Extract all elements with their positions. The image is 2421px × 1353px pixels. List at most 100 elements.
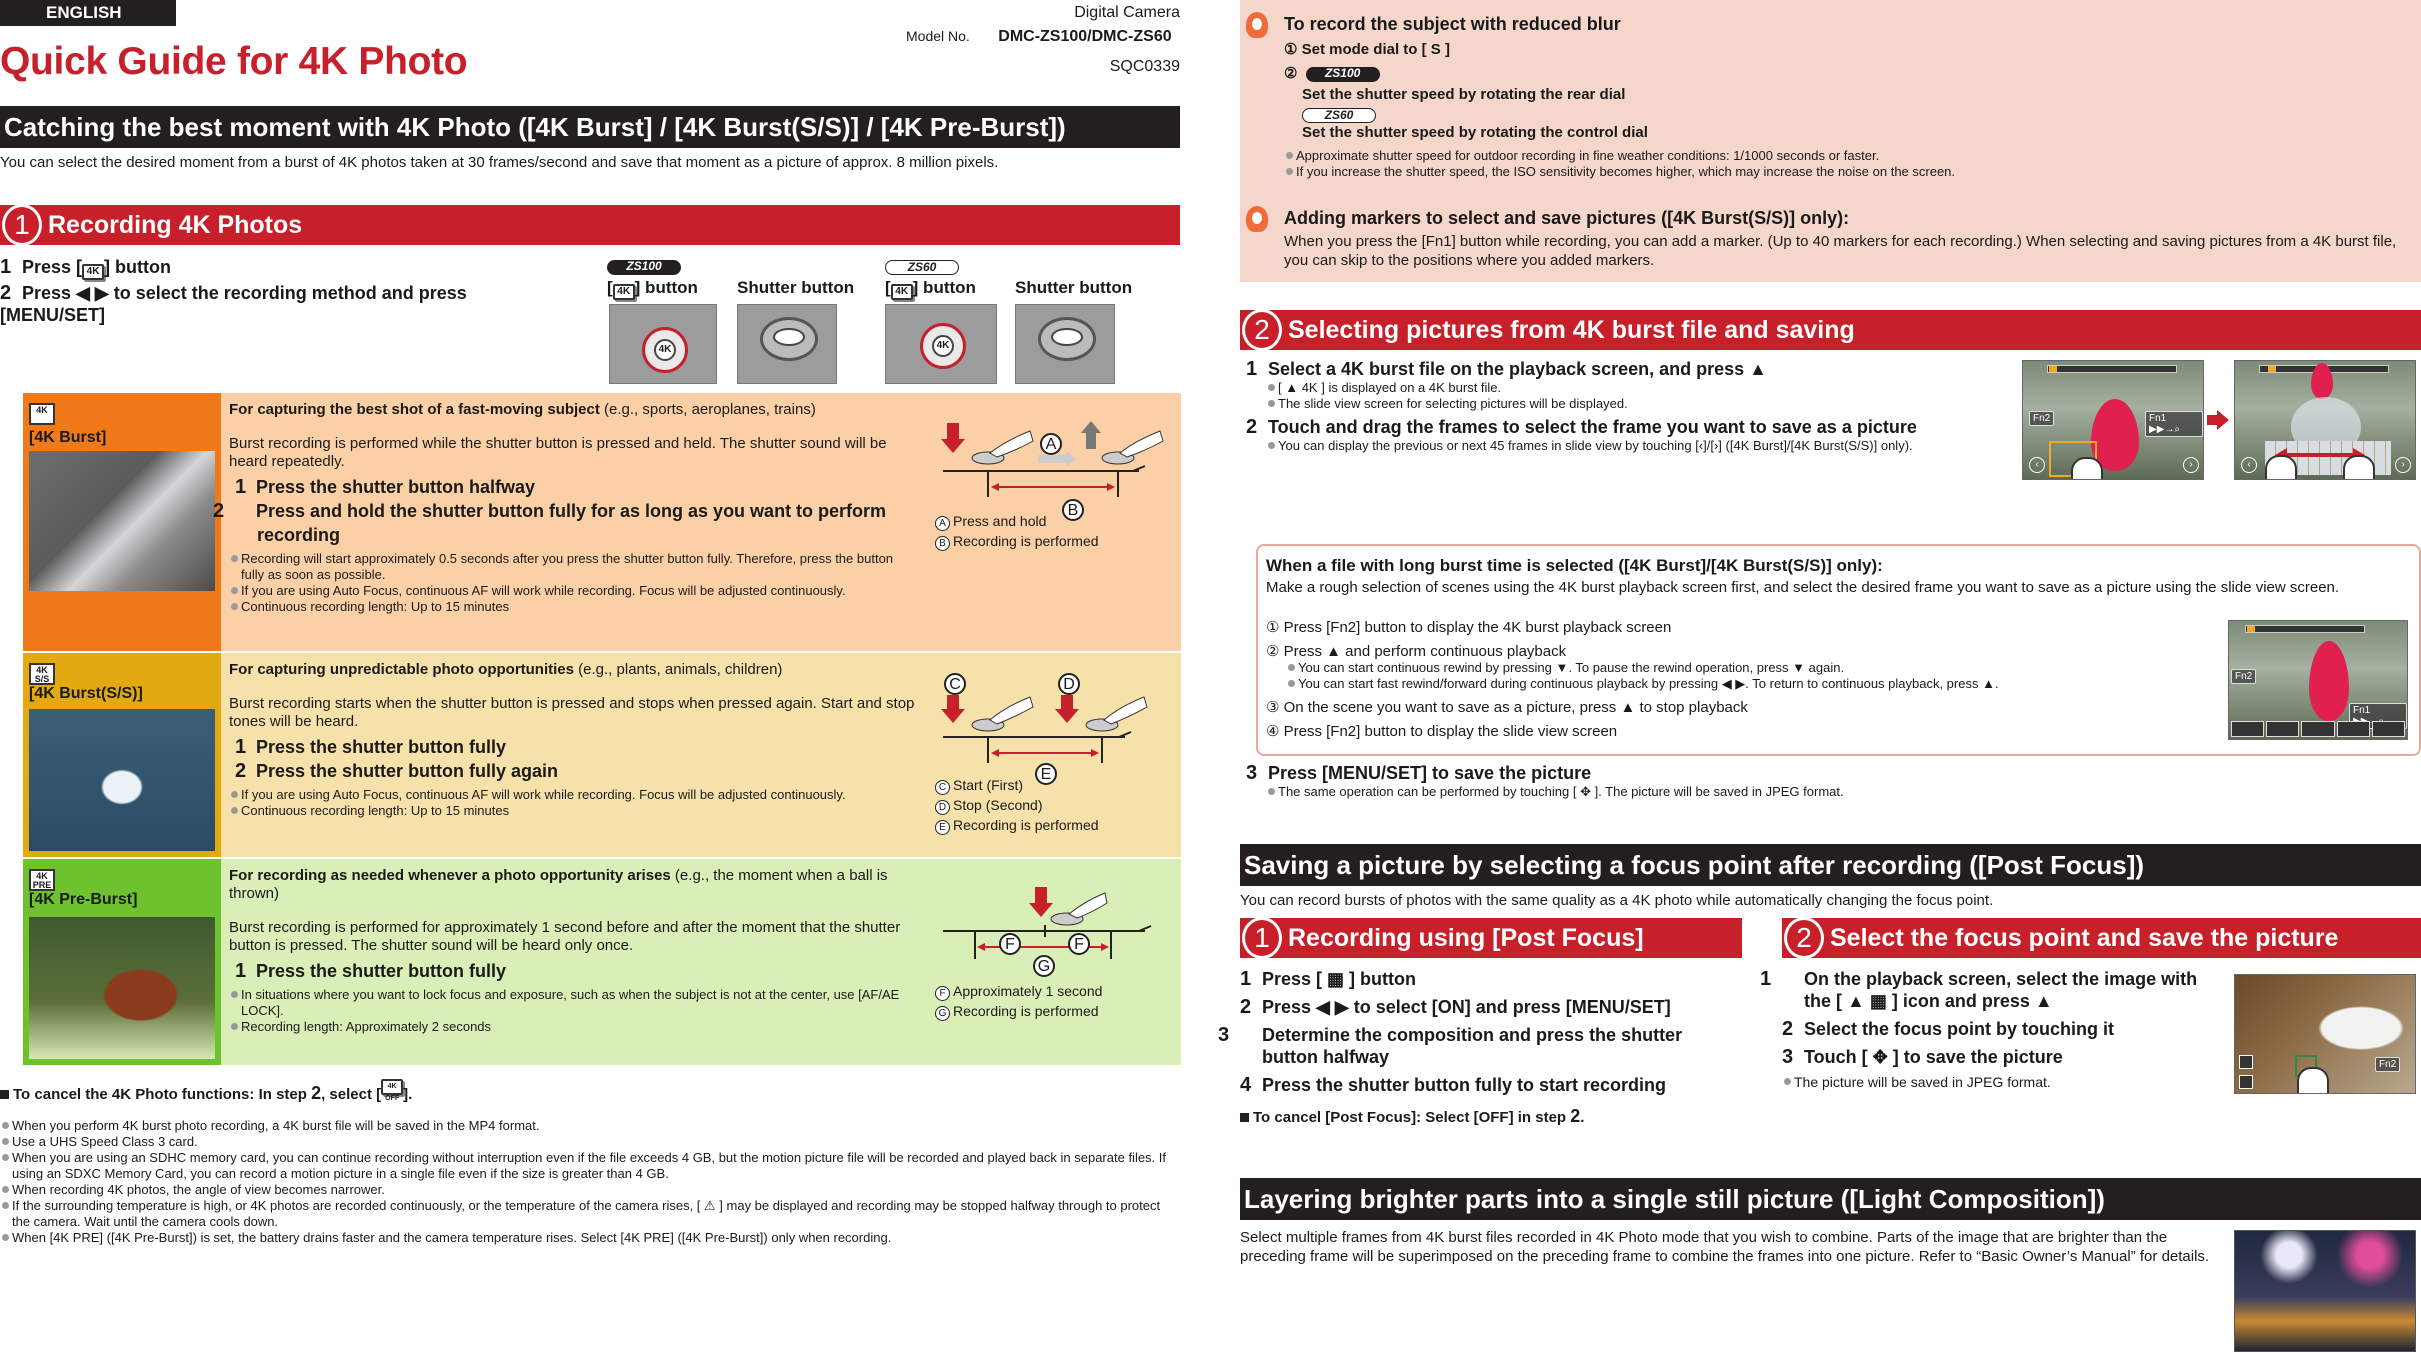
note-item: The picture will be saved in JPEG format…: [1782, 1074, 2222, 1090]
step1-notes: [ ▲ 4K ] is displayed on a 4K burst file…: [1266, 380, 2006, 412]
part-heading-recording-post-focus: 1 Recording using [Post Focus]: [1240, 917, 1742, 959]
callout-body: Make a rough selection of scenes using t…: [1266, 579, 2340, 596]
playback-screen-after: ‹ ›: [2234, 360, 2416, 480]
tip-title-markers: Adding markers to select and save pictur…: [1284, 208, 1850, 228]
step3-notes: The same operation can be performed by t…: [1266, 784, 2166, 800]
race-car-photo: [29, 451, 215, 591]
fireworks-photo: [2234, 1230, 2416, 1352]
note-item: The slide view screen for selecting pict…: [1266, 396, 2006, 412]
touch-hand-icon: [2297, 1067, 2329, 1093]
4k-button-label: [4K] button: [885, 278, 976, 300]
rewind-button[interactable]: [2231, 721, 2265, 737]
page-title: Quick Guide for 4K Photo: [0, 40, 468, 83]
shutter-button-label: Shutter button: [1015, 278, 1133, 297]
prev-frames-button[interactable]: ‹: [2241, 457, 2257, 473]
4k-button-label: [4K] button: [607, 278, 698, 300]
model-badge-zs60: ZS60: [1302, 108, 1376, 123]
prev-frames-button[interactable]: ‹: [2029, 457, 2045, 473]
mode-description: Burst recording is performed while the s…: [229, 435, 887, 470]
section-body-light-composition: Select multiple frames from 4K burst fil…: [1240, 1229, 2210, 1265]
section-heading-4k-photo: Catching the best moment with 4K Photo (…: [0, 106, 1180, 148]
note-item: When [4K PRE] ([4K Pre-Burst]) is set, t…: [0, 1230, 1175, 1246]
tip-body-markers: When you press the [Fn1] button while re…: [1284, 233, 2397, 269]
cancel-4k-instruction: To cancel the 4K Photo functions: In ste…: [0, 1079, 412, 1104]
fn2-label: Fn2: [2029, 411, 2055, 426]
fn2-label: Fn2: [2231, 669, 2257, 684]
reverse-play-button[interactable]: [2266, 721, 2300, 737]
callout-item: ① Press [Fn2] button to display the 4K b…: [1266, 619, 1672, 636]
model-number: Model No. DMC-ZS100/DMC-ZS60: [906, 28, 1172, 46]
diagram-legend: C Start (First) D Stop (Second) E Recording…: [935, 775, 1171, 835]
tip-zs100-text: Set the shutter speed by rotating the re…: [1302, 86, 1626, 103]
marker-d: D: [1058, 673, 1080, 695]
fn2-label: Fn2: [2375, 1057, 2401, 1072]
shutter-button-graphic: [1038, 317, 1096, 361]
square-bullet-icon: [0, 1090, 9, 1099]
mode-sidebar: 4K S/S [4K Burst(S/S)]: [23, 653, 221, 857]
long-burst-callout: When a file with long burst time is sele…: [1256, 544, 2421, 756]
square-bullet-icon: [1240, 1113, 1249, 1122]
balloon-image: [2309, 641, 2349, 721]
4k-photo-icon: 4K: [612, 284, 635, 300]
diagram-legend: A Press and hold B Recording is performed: [935, 511, 1171, 551]
section-intro-4k-photo: You can select the desired moment from a…: [0, 154, 999, 171]
pre-burst-timeline: [943, 887, 1152, 959]
play-button[interactable]: [2301, 721, 2335, 737]
tip-notes: Approximate shutter speed for outdoor re…: [1284, 148, 2384, 180]
step-select-burst-file: 1 Select a 4K burst file on the playback …: [1246, 358, 1767, 380]
mode-name: [4K Burst]: [29, 429, 107, 446]
lightbulb-icon: [1246, 12, 1268, 38]
burst-progress-bar: [2047, 365, 2177, 373]
next-frames-button[interactable]: ›: [2183, 457, 2199, 473]
forward-button[interactable]: [2336, 721, 2370, 737]
camera-zs100: ZS100 [4K] button 4K Shutter button: [607, 260, 854, 384]
step-item: 4 Press the shutter button fully to start…: [1240, 1074, 1667, 1096]
part-title: Select the focus point and save the pict…: [1830, 924, 2339, 952]
note-item: [ ▲ 4K ] is displayed on a 4K burst file…: [1266, 380, 2006, 396]
legend-item: A Press and hold: [935, 511, 1171, 531]
note-item: You can start continuous rewind by press…: [1286, 660, 2186, 676]
4k-photo-icon: 4K: [890, 284, 913, 300]
timing-diagram-burst: A B: [935, 411, 1171, 521]
tip-step-shutter: ② ZS100: [1284, 64, 1380, 82]
tip-note: Approximate shutter speed for outdoor re…: [1284, 148, 2384, 164]
camera-back-illustration: 4K: [885, 304, 997, 384]
section-heading-post-focus: Saving a picture by selecting a focus po…: [1240, 844, 2421, 886]
shutter-button-label: Shutter button: [737, 278, 855, 297]
note-item: The same operation can be performed by t…: [1266, 784, 2166, 800]
marker-g: G: [1033, 955, 1055, 977]
timing-diagram-pre-burst: F F G: [935, 881, 1171, 977]
arrow-right-icon: [2207, 410, 2229, 430]
shutter-button-graphic: [760, 317, 818, 361]
callout-item-notes: You can start continuous rewind by press…: [1286, 660, 2186, 692]
step-item: 2 Select the focus point by touching it: [1782, 1018, 2115, 1040]
burst-progress-bar: [2245, 625, 2365, 633]
step-item: 2 Press ◀ ▶ to select [ON] and press [MEN…: [1240, 996, 1671, 1018]
mode-step: 1 Press the shutter button fully: [235, 960, 507, 982]
shutter-illustration: [737, 304, 837, 384]
step-item: 1 On the playback screen, select the imag…: [1760, 968, 2198, 1011]
mode-sidebar: 4K PRE [4K Pre-Burst]: [23, 859, 221, 1065]
document-code: SQC0339: [1109, 58, 1180, 75]
show-jumping-photo: [29, 917, 215, 1059]
mode-content: For recording as needed whenever a photo…: [221, 859, 1181, 1065]
next-frames-button[interactable]: ›: [2395, 457, 2411, 473]
4k-burst-icon: 4K: [29, 403, 55, 425]
note-item: When you perform 4K burst photo recordin…: [0, 1118, 1175, 1134]
legend-item: E Recording is performed: [935, 815, 1171, 835]
burst-playback-screen: Fn2 Fn1 ▶▶→⌕: [2228, 620, 2408, 740]
mode-row-4k-burst-ss: 4K S/S [4K Burst(S/S)] For capturing unp…: [23, 653, 1181, 857]
return-icon[interactable]: [2239, 1075, 2253, 1089]
swan-photo: [29, 709, 215, 851]
timing-diagram-burst-ss: C D E: [935, 667, 1171, 785]
marker-c: C: [944, 673, 966, 695]
marker-a: A: [1040, 433, 1062, 455]
shutter-illustration: [1015, 304, 1115, 384]
note-item: When recording 4K photos, the angle of v…: [0, 1182, 1175, 1198]
zoom-icon[interactable]: [2239, 1055, 2253, 1069]
post-focus-recording-steps: 1 Press [ ▦ ] button 2 Press ◀ ▶ to select…: [1218, 968, 1720, 1096]
camera-zs60: ZS60 [4K] button 4K Shutter button: [885, 260, 1132, 384]
mode-lead: For recording as needed whenever a photo…: [229, 867, 888, 902]
part-heading-recording-4k: 1 Recording 4K Photos: [0, 204, 1180, 246]
save-button[interactable]: [2371, 721, 2406, 737]
